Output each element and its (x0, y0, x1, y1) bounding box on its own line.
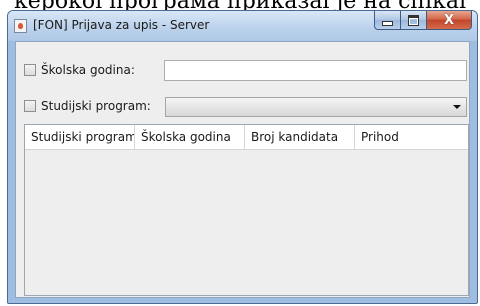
school-year-row: Školska godina: (24, 63, 135, 77)
study-program-select[interactable] (165, 97, 467, 117)
window-title: [FON] Prijava za upis - Server (33, 18, 210, 32)
column-header-school-year[interactable]: Školska godina (135, 125, 245, 149)
study-program-selected-value (166, 109, 174, 113)
study-program-row: Studijski program: (24, 99, 151, 113)
app-window: [FON] Prijava za upis - Server X Školska… (7, 10, 478, 304)
title-bar[interactable]: [FON] Prijava za upis - Server X (8, 11, 477, 41)
school-year-label[interactable]: Školska godina: (41, 63, 135, 77)
close-button[interactable]: X (427, 11, 472, 30)
results-table[interactable]: Studijski program Školska godina Broj ka… (24, 124, 469, 296)
column-header-candidate-count[interactable]: Broj kandidata (245, 125, 355, 149)
school-year-input[interactable] (164, 60, 467, 81)
column-header-study-program[interactable]: Studijski program (25, 125, 135, 149)
java-cup-icon[interactable] (14, 19, 27, 33)
minimize-button[interactable] (374, 11, 401, 30)
close-icon: X (443, 12, 455, 28)
column-header-income[interactable]: Prihod (355, 125, 465, 149)
school-year-checkbox[interactable] (24, 64, 36, 76)
content-pane: Školska godina: Studijski program: Studi… (15, 41, 470, 298)
maximize-icon (408, 14, 419, 26)
chevron-down-icon[interactable] (453, 105, 461, 109)
table-body[interactable] (25, 150, 468, 295)
minimize-icon (382, 20, 393, 26)
maximize-button[interactable] (401, 11, 427, 30)
study-program-checkbox[interactable] (24, 100, 36, 112)
table-header: Studijski program Školska godina Broj ka… (25, 125, 468, 150)
caption-buttons: X (374, 11, 472, 31)
study-program-label[interactable]: Studijski program: (41, 99, 151, 113)
